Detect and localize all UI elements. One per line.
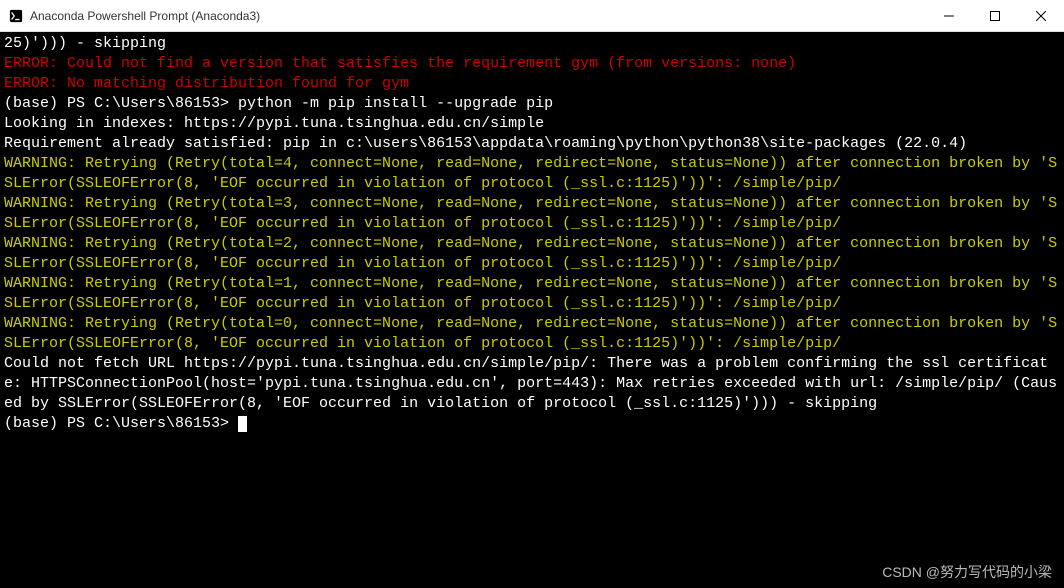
terminal-line: (base) PS C:\Users\86153> [4,414,1060,434]
terminal-line: (base) PS C:\Users\86153> python -m pip … [4,94,1060,114]
terminal-line: ERROR: No matching distribution found fo… [4,74,1060,94]
watermark-text: CSDN @努力写代码的小梁 [882,562,1052,582]
terminal-line: 25)'))) - skipping [4,34,1060,54]
window-controls [926,0,1064,31]
terminal-line: WARNING: Retrying (Retry(total=1, connec… [4,274,1060,314]
terminal-line: Requirement already satisfied: pip in c:… [4,134,1060,154]
terminal-line: WARNING: Retrying (Retry(total=3, connec… [4,194,1060,234]
window-title: Anaconda Powershell Prompt (Anaconda3) [30,9,926,23]
terminal-line: ERROR: Could not find a version that sat… [4,54,1060,74]
terminal-line: WARNING: Retrying (Retry(total=2, connec… [4,234,1060,274]
close-button[interactable] [1018,0,1064,32]
window-titlebar[interactable]: Anaconda Powershell Prompt (Anaconda3) [0,0,1064,32]
terminal-line: Looking in indexes: https://pypi.tuna.ts… [4,114,1060,134]
minimize-button[interactable] [926,0,972,32]
terminal-line: Could not fetch URL https://pypi.tuna.ts… [4,354,1060,414]
terminal-cursor [238,416,247,432]
terminal-output[interactable]: 25)'))) - skippingERROR: Could not find … [0,32,1064,588]
app-icon [8,8,24,24]
maximize-button[interactable] [972,0,1018,32]
terminal-line: WARNING: Retrying (Retry(total=0, connec… [4,314,1060,354]
terminal-line: WARNING: Retrying (Retry(total=4, connec… [4,154,1060,194]
